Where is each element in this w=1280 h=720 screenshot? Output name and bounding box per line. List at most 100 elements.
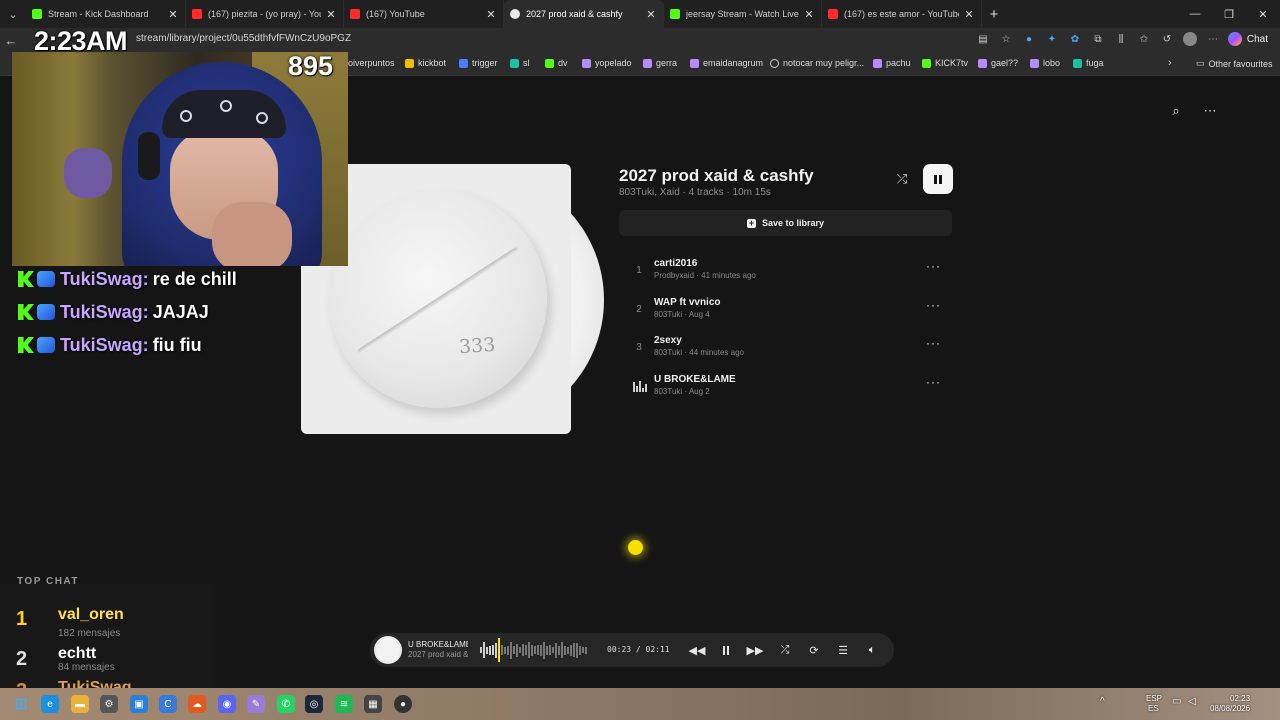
file-explorer-icon[interactable]: ▬ [71,695,89,713]
tab-kick-dashboard[interactable]: Stream - Kick Dashboard ✕ [26,0,186,28]
close-tab-icon[interactable]: ✕ [963,8,975,21]
split-screen-icon[interactable]: ⫼ [1114,32,1128,46]
shuffle-icon[interactable]: ⤮ [776,641,794,659]
track-row-playing[interactable]: U BROKE&LAME 803Tuki · Aug 2 ··· [620,372,950,406]
shuffle-icon[interactable]: ⤮ [893,170,911,188]
extensions-puzzle-icon[interactable]: ⧉ [1091,32,1105,46]
repeat-icon[interactable]: ⟳ [805,641,823,659]
volume-icon[interactable]: 🔈︎ [863,641,881,659]
waveform-bar [519,647,521,653]
previous-icon[interactable]: ◀◀ [688,641,706,659]
pause-button[interactable] [923,164,953,194]
more-options-icon[interactable]: ⋯ [1199,100,1221,122]
bookmark-icon [405,58,414,68]
track-more-icon[interactable]: ··· [926,375,941,389]
bookmark-item[interactable]: oiverpuntos [348,58,395,68]
bookmark-item[interactable]: sl [510,58,530,68]
bookmark-item[interactable]: KICK7tv [922,58,968,68]
next-icon[interactable]: ▶▶ [746,641,764,659]
favorite-star-icon[interactable]: ☆ [999,32,1013,46]
minimize-icon[interactable]: — [1178,0,1212,28]
tray-chevron-icon[interactable]: ^ [1100,696,1105,707]
new-tab-button[interactable]: + [982,6,1006,23]
language-indicator[interactable]: ESP [1146,694,1162,703]
bookmark-item[interactable]: emaidanagrum [690,58,763,68]
queue-icon[interactable]: ☰ [834,641,852,659]
extension-icon[interactable]: ✦ [1045,32,1059,46]
url-field[interactable]: stream/library/project/0u55dthfvfFWnCzU9… [136,33,351,44]
track-row[interactable]: 3 2sexy 803Tuki · 44 minutes ago ··· [620,333,950,367]
bookmark-label: notocar muy peligr... [783,58,865,68]
chevron-right-icon[interactable]: › [1168,57,1172,69]
chat-message: TukiSwag: re de chill [18,268,237,290]
tab-current-project[interactable]: 2027 prod xaid & cashfy ✕ [504,0,664,28]
subscriber-badge-icon [37,337,55,353]
back-arrow-icon[interactable]: ← [0,33,22,48]
search-icon[interactable]: ⌕ [1165,100,1187,122]
favorites-icon[interactable]: ✩ [1137,32,1151,46]
steam-icon[interactable]: ◎ [305,695,323,713]
track-more-icon[interactable]: ··· [926,336,941,350]
taskbar-time[interactable]: 02:23 [1230,694,1250,703]
playhead[interactable] [498,638,500,662]
tab-actions-menu[interactable]: ⌄ [0,0,26,28]
waveform-scrubber[interactable] [480,640,588,660]
track-row[interactable]: 1 carti2016 Prodbyxaid · 41 minutes ago … [620,256,950,290]
maximize-icon[interactable]: ❐ [1212,0,1246,28]
extension-icon[interactable]: ● [1022,32,1036,46]
browser-icon[interactable]: C [159,695,177,713]
pause-icon[interactable] [717,641,735,659]
network-icon[interactable]: ▭ [1172,696,1181,707]
history-icon[interactable]: ↺ [1160,32,1174,46]
whatsapp-icon[interactable]: ✆ [277,695,295,713]
app-icon[interactable]: ▣ [130,695,148,713]
obs-icon[interactable]: ● [394,695,412,713]
bookmark-item[interactable]: pachu [873,58,911,68]
feather-app-icon[interactable]: ✎ [247,695,265,713]
waveform-bar [570,644,572,656]
tab-youtube[interactable]: (167) YouTube ✕ [344,0,504,28]
profile-avatar-icon[interactable] [1183,32,1197,46]
folder-icon: ▭ [1196,58,1205,68]
bookmark-item[interactable]: kickbot [405,58,446,68]
bookmark-item[interactable]: trigger [459,58,498,68]
bookmark-label: yopelado [595,58,632,68]
chat-username: TukiSwag: [60,268,149,289]
track-more-icon[interactable]: ··· [926,298,941,312]
reader-mode-icon[interactable]: ▤ [976,32,990,46]
other-favourites[interactable]: ▭ Other favourites [1196,58,1273,69]
edge-icon[interactable]: e [41,695,59,713]
other-favourites-label: Other favourites [1208,58,1273,69]
tab-kick-jeersay[interactable]: jeersay Stream - Watch Live on Kick ✕ [664,0,822,28]
close-tab-icon[interactable]: ✕ [485,8,497,21]
tab-youtube-piezita[interactable]: (167) piezita - (yo pray) - YouTube ✕ [186,0,344,28]
bookmark-item[interactable]: lobo [1030,58,1060,68]
close-tab-icon[interactable]: ✕ [325,8,337,21]
more-menu-icon[interactable]: ⋯ [1206,32,1220,46]
bookmark-item[interactable]: yopelado [582,58,632,68]
close-tab-icon[interactable]: ✕ [167,8,179,21]
bookmark-item[interactable]: notocar muy peligr... [770,58,864,68]
taskbar-date[interactable]: 08/08/2026 [1210,704,1250,713]
bookmark-item[interactable]: fuga [1073,58,1104,68]
app-icon[interactable]: ▦ [364,695,382,713]
tab-youtube-amor[interactable]: (167) es este amor - YouTube ✕ [822,0,982,28]
close-window-icon[interactable]: ✕ [1246,0,1280,28]
settings-gear-icon[interactable]: ⚙ [100,695,118,713]
bookmark-item[interactable]: gerra [643,58,677,68]
track-row[interactable]: 2 WAP ft vvnico 803Tuki · Aug 4 ··· [620,295,950,329]
volume-tray-icon[interactable]: ◁ [1188,696,1196,707]
close-tab-icon[interactable]: ✕ [803,8,815,21]
track-more-icon[interactable]: ··· [926,259,941,273]
copilot-chat-button[interactable]: Chat [1227,32,1268,46]
bookmark-item[interactable]: gael?? [978,58,1018,68]
discord-icon[interactable]: ◉ [218,695,236,713]
spotify-icon[interactable]: ≋ [335,695,353,713]
save-to-library-button[interactable]: + Save to library [619,210,952,236]
extension-icon[interactable]: ✿ [1068,32,1082,46]
kick-badge-icon [18,337,34,353]
close-tab-icon[interactable]: ✕ [645,8,657,21]
bookmark-item[interactable]: dv [545,58,568,68]
soundcloud-icon[interactable]: ☁ [188,695,206,713]
windows-start-icon[interactable]: ⊞ [12,695,30,713]
